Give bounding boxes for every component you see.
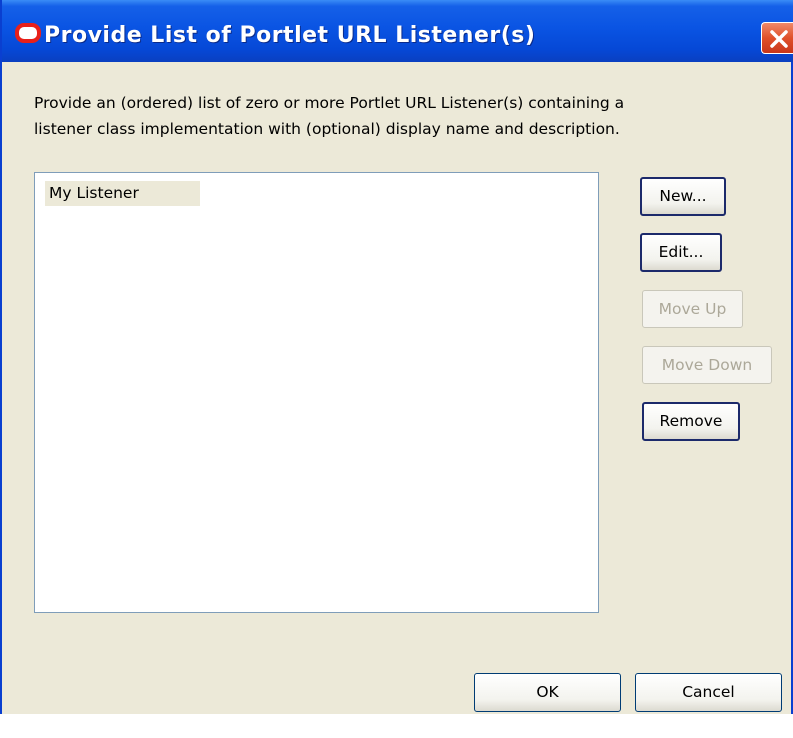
description-line-2: listener class implementation with (opti…	[34, 120, 620, 138]
description-line-1: Provide an (ordered) list of zero or mor…	[34, 94, 625, 112]
move-down-button[interactable]: Move Down	[642, 346, 772, 384]
list-item[interactable]: My Listener	[45, 181, 200, 206]
title-bar[interactable]: Provide List of Portlet URL Listener(s)	[2, 0, 793, 62]
remove-button[interactable]: Remove	[642, 402, 740, 441]
cancel-button[interactable]: Cancel	[635, 673, 782, 712]
move-up-button[interactable]: Move Up	[642, 290, 743, 328]
close-icon	[770, 30, 788, 48]
listener-list[interactable]: My Listener	[34, 172, 599, 613]
ok-button[interactable]: OK	[474, 673, 621, 712]
description-text: Provide an (ordered) list of zero or mor…	[34, 90, 784, 142]
edit-button[interactable]: Edit...	[640, 233, 722, 272]
dialog-window: Provide List of Portlet URL Listener(s) …	[0, 0, 793, 714]
dialog-title: Provide List of Portlet URL Listener(s)	[44, 23, 536, 48]
oracle-icon	[15, 23, 41, 43]
close-button[interactable]	[761, 22, 793, 54]
new-button[interactable]: New...	[640, 177, 726, 216]
